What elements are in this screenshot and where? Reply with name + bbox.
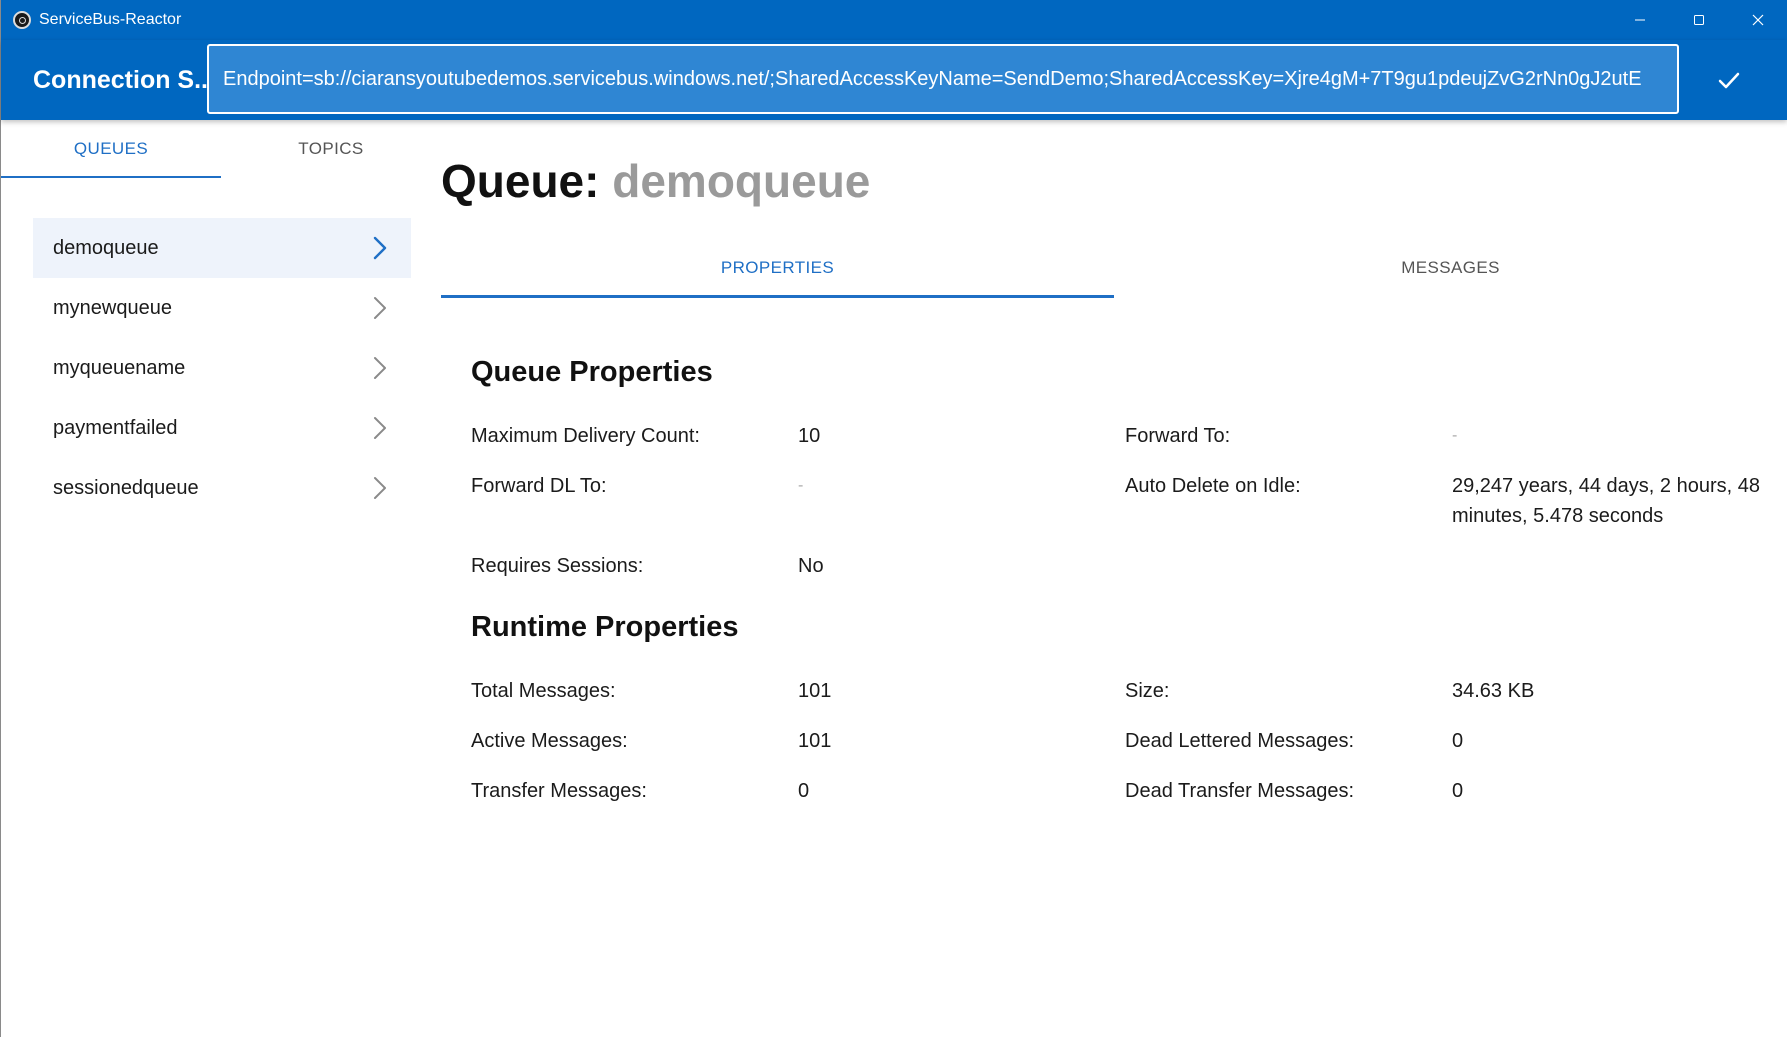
window-controls [1610, 0, 1787, 40]
queue-item-label: sessionedqueue [53, 476, 199, 499]
check-icon [1718, 72, 1740, 89]
queue-item-paymentfailed[interactable]: paymentfailed [33, 398, 411, 458]
auto-delete-on-idle-label: Auto Delete on Idle: [1125, 475, 1301, 497]
page-title: Queue: demoqueue [441, 154, 870, 208]
connection-header: Connection S... [1, 40, 1787, 120]
queue-item-label: myqueuename [53, 356, 186, 379]
transfer-messages-value: 0 [798, 780, 810, 802]
chevron-right-icon [373, 296, 387, 320]
tab-messages[interactable]: MESSAGES [1114, 238, 1787, 298]
active-messages-value: 101 [798, 730, 832, 752]
forward-to-label: Forward To: [1125, 425, 1231, 447]
queue-detail-tabs: PROPERTIES MESSAGES [441, 238, 1787, 298]
forward-to-value: - [1452, 427, 1458, 444]
close-icon [1752, 14, 1763, 26]
page-title-prefix: Queue: [441, 155, 600, 207]
queue-item-mynewqueue[interactable]: mynewqueue [33, 278, 411, 338]
dead-transfer-messages-value: 0 [1452, 780, 1464, 802]
queue-item-demoqueue[interactable]: demoqueue [33, 218, 411, 278]
close-button[interactable] [1728, 0, 1787, 40]
requires-sessions-value: No [798, 555, 824, 577]
chevron-right-icon [373, 416, 387, 440]
size-label: Size: [1125, 680, 1170, 702]
transfer-messages-label: Transfer Messages: [471, 780, 647, 802]
max-delivery-count-label: Maximum Delivery Count: [471, 425, 700, 447]
size-value: 34.63 KB [1452, 680, 1535, 702]
window-title: ServiceBus-Reactor [39, 11, 182, 28]
forward-dl-to-value: - [798, 477, 804, 494]
forward-dl-to-label: Forward DL To: [471, 475, 607, 497]
auto-delete-on-idle-value: 29,247 years, 44 days, 2 hours, 48 minut… [1452, 475, 1760, 527]
maximize-icon [1693, 15, 1704, 25]
app-window: ServiceBus-Reactor Connection S... QUEUE… [0, 0, 1787, 1037]
dead-lettered-messages-label: Dead Lettered Messages: [1125, 730, 1355, 752]
connection-string-input[interactable] [207, 44, 1679, 114]
queue-item-myqueuename[interactable]: myqueuename [33, 338, 411, 398]
chevron-right-icon [373, 476, 387, 500]
queue-item-label: mynewqueue [53, 296, 172, 319]
queue-item-label: paymentfailed [53, 416, 178, 439]
total-messages-label: Total Messages: [471, 680, 616, 702]
connection-string-label: Connection S... [33, 66, 215, 94]
maximize-button[interactable] [1669, 0, 1728, 40]
app-icon [13, 11, 31, 29]
active-messages-label: Active Messages: [471, 730, 628, 752]
chevron-right-icon [373, 236, 387, 260]
page-title-queue-name: demoqueue [612, 155, 871, 207]
requires-sessions-label: Requires Sessions: [471, 555, 644, 577]
title-bar: ServiceBus-Reactor [1, 0, 1787, 40]
queue-item-label: demoqueue [53, 236, 159, 259]
queue-properties-heading: Queue Properties [471, 356, 713, 388]
minimize-icon [1634, 19, 1645, 21]
entity-type-tabs: QUEUES TOPICS [1, 120, 441, 178]
dead-transfer-messages-label: Dead Transfer Messages: [1125, 780, 1354, 802]
queue-item-sessionedqueue[interactable]: sessionedqueue [33, 458, 411, 518]
queue-list: demoqueue mynewqueue myqueuename payment… [33, 218, 411, 518]
confirm-connection-button[interactable] [1701, 58, 1757, 102]
tab-properties[interactable]: PROPERTIES [441, 238, 1114, 298]
runtime-properties-heading: Runtime Properties [471, 611, 739, 643]
total-messages-value: 101 [798, 680, 832, 702]
max-delivery-count-value: 10 [798, 425, 821, 447]
chevron-right-icon [373, 356, 387, 380]
minimize-button[interactable] [1610, 0, 1669, 40]
tab-topics[interactable]: TOPICS [221, 120, 441, 178]
tab-queues[interactable]: QUEUES [1, 120, 221, 178]
dead-lettered-messages-value: 0 [1452, 730, 1464, 752]
